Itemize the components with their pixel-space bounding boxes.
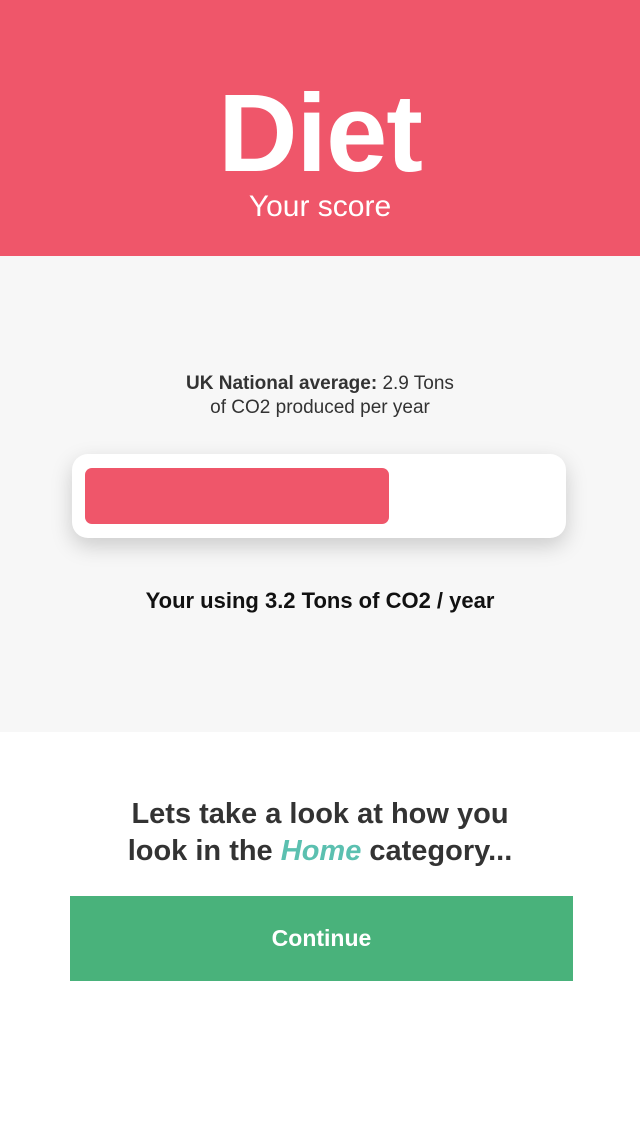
page-title: Diet xyxy=(218,72,423,195)
next-category-prompt: Lets take a look at how you look in the … xyxy=(0,796,640,870)
diet-score-screen: Diet Your score UK National average: 2.9… xyxy=(0,0,640,1136)
prompt-line-1: Lets take a look at how you xyxy=(131,798,509,830)
national-average-value: 2.9 Tons xyxy=(382,373,454,394)
header: Diet Your score xyxy=(0,0,640,256)
prompt-line-2-after: category... xyxy=(369,835,513,867)
national-average-label: UK National average: xyxy=(186,373,378,394)
usage-text: Your using 3.2 Tons of CO2 / year xyxy=(145,588,495,613)
continue-button[interactable]: Continue xyxy=(70,896,573,981)
national-average-unit: of CO2 produced per year xyxy=(210,397,430,418)
score-bar-fill xyxy=(85,468,389,524)
page-subtitle: Your score xyxy=(248,190,392,223)
prompt-line-2-before: look in the xyxy=(127,835,273,867)
national-average-text: UK National average: 2.9 Tons of CO2 pro… xyxy=(0,372,640,420)
score-panel: UK National average: 2.9 Tons of CO2 pro… xyxy=(0,256,640,732)
next-category-name: Home xyxy=(280,835,362,867)
score-bar-track xyxy=(72,454,566,538)
